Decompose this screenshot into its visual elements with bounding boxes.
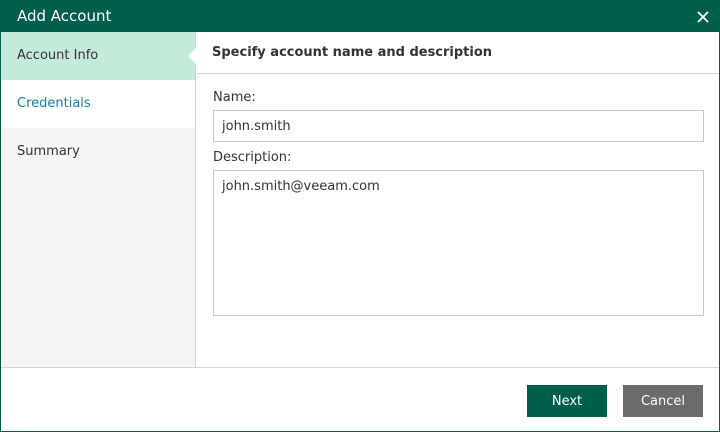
wizard-steps-sidebar: Account Info Credentials Summary (1, 32, 196, 367)
dialog-title: Add Account (17, 7, 112, 25)
step-label: Summary (17, 144, 80, 159)
close-icon (697, 10, 709, 23)
step-label: Credentials (17, 96, 91, 111)
name-input[interactable] (213, 110, 704, 142)
content-header: Specify account name and description (197, 32, 719, 74)
dialog-titlebar: Add Account (1, 1, 719, 32)
step-credentials[interactable]: Credentials (1, 80, 195, 128)
next-button[interactable]: Next (527, 385, 607, 417)
step-label: Account Info (17, 48, 99, 63)
close-button[interactable] (689, 1, 717, 32)
description-label: Description: (213, 150, 292, 165)
dialog-footer: Next Cancel (1, 367, 719, 431)
name-label: Name: (213, 90, 256, 105)
step-summary[interactable]: Summary (1, 128, 195, 176)
add-account-dialog: Add Account Account Info Credentials Sum… (0, 0, 720, 432)
step-account-info[interactable]: Account Info (1, 32, 196, 80)
wizard-content: Specify account name and description Nam… (197, 32, 719, 367)
description-textarea[interactable]: john.smith@veeam.com (213, 170, 704, 316)
cancel-button[interactable]: Cancel (623, 385, 703, 417)
